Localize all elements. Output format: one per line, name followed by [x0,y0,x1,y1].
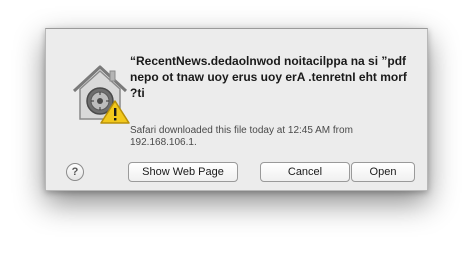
gatekeeper-house-lock-icon [72,65,130,124]
download-security-dialog: “RecentNews.dedaolnwod noitacilppa na si… [45,28,428,191]
dialog-info-text: Safari downloaded this file today at 12:… [130,125,353,148]
dialog-message: “RecentNews.dedaolnwod noitacilppa na si… [130,54,407,100]
help-button[interactable]: ? [66,163,84,181]
show-web-page-button[interactable]: Show Web Page [128,162,238,182]
cancel-button[interactable]: Cancel [260,162,350,182]
open-button[interactable]: Open [351,162,415,182]
